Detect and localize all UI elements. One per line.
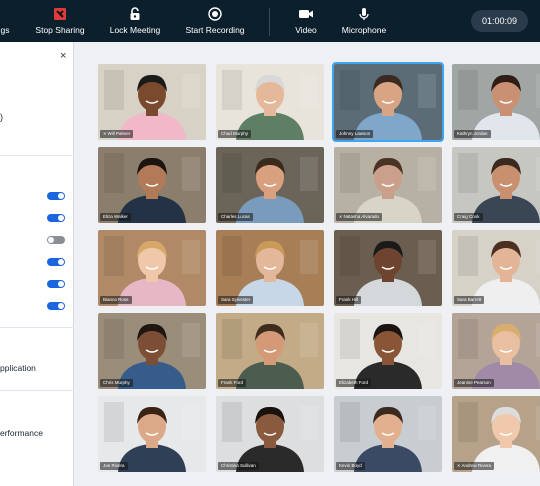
settings-button[interactable]: gs <box>0 0 16 42</box>
participant-tile[interactable]: Kathryn Jordan <box>452 64 540 140</box>
mic-muted-icon: ✕ <box>103 131 108 136</box>
lock-meeting-label: Lock Meeting <box>109 25 161 35</box>
participant-tile[interactable]: Sara Barrett <box>452 230 540 306</box>
participant-name: Bianca Rose <box>100 296 132 304</box>
participant-name: Chad Murphy <box>218 130 252 138</box>
participant-name: Kevin Boyd <box>336 462 365 470</box>
microphone-button[interactable]: Microphone <box>338 0 390 42</box>
panel-divider <box>0 390 74 391</box>
participant-video <box>334 230 442 306</box>
participant-name: Eliza Walker <box>100 213 131 221</box>
participant-video <box>216 147 324 223</box>
participant-tile[interactable]: ✕ Will Palmer <box>98 64 206 140</box>
record-icon <box>208 7 222 21</box>
panel-divider <box>0 155 74 156</box>
participant-tile[interactable]: Charles Lucas <box>216 147 324 223</box>
participant-tile[interactable]: Frank Hill <box>334 230 442 306</box>
microphone-label: Microphone <box>341 25 387 35</box>
participant-name: ✕ Natasha Alvarado <box>336 213 382 221</box>
stop-sharing-button[interactable]: Stop Sharing <box>30 0 90 42</box>
microphone-icon <box>358 7 370 21</box>
participant-video <box>216 230 324 306</box>
meeting-toolbar: gs Stop Sharing Lock Meeting Start Recor… <box>0 0 540 42</box>
participant-tile[interactable]: ✕ Natasha Alvarado <box>334 147 442 223</box>
toggle-switch[interactable] <box>47 302 65 310</box>
participant-tile[interactable]: Chris Murphy <box>98 313 206 389</box>
participant-tile[interactable]: Eliza Walker <box>98 147 206 223</box>
stop-sharing-icon <box>53 7 67 21</box>
participant-name: ✕ Andrew Rivera <box>454 462 494 470</box>
participant-tile[interactable]: Johnny Lawson <box>332 62 444 142</box>
participant-name: Johnny Lawson <box>336 130 374 138</box>
panel-item-application[interactable]: pplication <box>0 363 36 373</box>
participant-name: Elizabeth Ford <box>336 379 372 387</box>
participant-video <box>216 64 324 140</box>
participant-name: Charles Lucas <box>218 213 253 221</box>
mic-muted-icon: ✕ <box>339 214 344 219</box>
participant-video <box>452 64 540 140</box>
participant-tile[interactable]: Elizabeth Ford <box>334 313 442 389</box>
participant-tile[interactable]: Frank Ford <box>216 313 324 389</box>
toolbar-divider <box>269 8 270 36</box>
participant-video <box>98 396 206 472</box>
participant-name: Sara Sylvester <box>218 296 254 304</box>
participant-video <box>452 230 540 306</box>
video-button[interactable]: Video <box>288 0 324 42</box>
toggle-switch[interactable] <box>47 192 65 200</box>
participant-video <box>452 313 540 389</box>
start-recording-label: Start Recording <box>185 25 245 35</box>
participant-tile[interactable]: Bianca Rose <box>98 230 206 306</box>
toggle-switch[interactable] <box>47 280 65 288</box>
panel-item-performance[interactable]: erformance <box>0 428 43 438</box>
participant-name: Sara Barrett <box>454 296 485 304</box>
participant-name: Frank Hill <box>336 296 362 304</box>
participant-video <box>334 147 442 223</box>
video-label: Video <box>295 25 317 35</box>
participant-video <box>452 396 540 472</box>
lock-icon <box>129 7 141 21</box>
participant-video <box>216 313 324 389</box>
participant-video <box>98 313 206 389</box>
lock-meeting-button[interactable]: Lock Meeting <box>104 0 166 42</box>
participant-name: ✕ Will Palmer <box>100 130 134 138</box>
participant-video <box>452 147 540 223</box>
participant-video <box>98 147 206 223</box>
participant-video <box>98 230 206 306</box>
participant-tile[interactable]: Kevin Boyd <box>334 396 442 472</box>
participant-tile[interactable]: Chad Murphy <box>216 64 324 140</box>
settings-label: gs <box>0 25 10 35</box>
mic-muted-icon: ✕ <box>457 463 462 468</box>
participant-video <box>216 396 324 472</box>
participant-tile[interactable]: Joe Rivera <box>98 396 206 472</box>
toggle-switch[interactable] <box>47 214 65 222</box>
participant-name: Christina Sullivan <box>218 462 259 470</box>
participant-name: Kathryn Jordan <box>454 130 491 138</box>
participant-tile[interactable]: ✕ Andrew Rivera <box>452 396 540 472</box>
participant-tile[interactable]: Christina Sullivan <box>216 396 324 472</box>
start-recording-button[interactable]: Start Recording <box>180 0 250 42</box>
toggle-switch[interactable] <box>47 258 65 266</box>
participant-name: Chris Murphy <box>100 379 133 387</box>
participant-video <box>334 313 442 389</box>
participant-tile[interactable]: Craig Cook <box>452 147 540 223</box>
participant-video <box>334 396 442 472</box>
participant-name: Craig Cook <box>454 213 483 221</box>
panel-option-text: ) <box>0 112 3 122</box>
stop-sharing-label: Stop Sharing <box>35 25 85 35</box>
participant-name: Jeanine Pearson <box>454 379 494 387</box>
participant-video <box>98 64 206 140</box>
settings-panel: × ) pplication erformance <box>0 42 74 486</box>
participant-tile[interactable]: Sara Sylvester <box>216 230 324 306</box>
participant-tile[interactable]: Jeanine Pearson <box>452 313 540 389</box>
video-camera-icon <box>298 7 314 21</box>
participant-name: Frank Ford <box>218 379 247 387</box>
close-icon[interactable]: × <box>60 50 66 62</box>
participant-video <box>334 64 442 140</box>
meeting-timer: 01:00:09 <box>471 10 528 32</box>
toggle-switch[interactable] <box>47 236 65 244</box>
panel-divider <box>0 327 74 328</box>
participant-name: Joe Rivera <box>100 462 128 470</box>
